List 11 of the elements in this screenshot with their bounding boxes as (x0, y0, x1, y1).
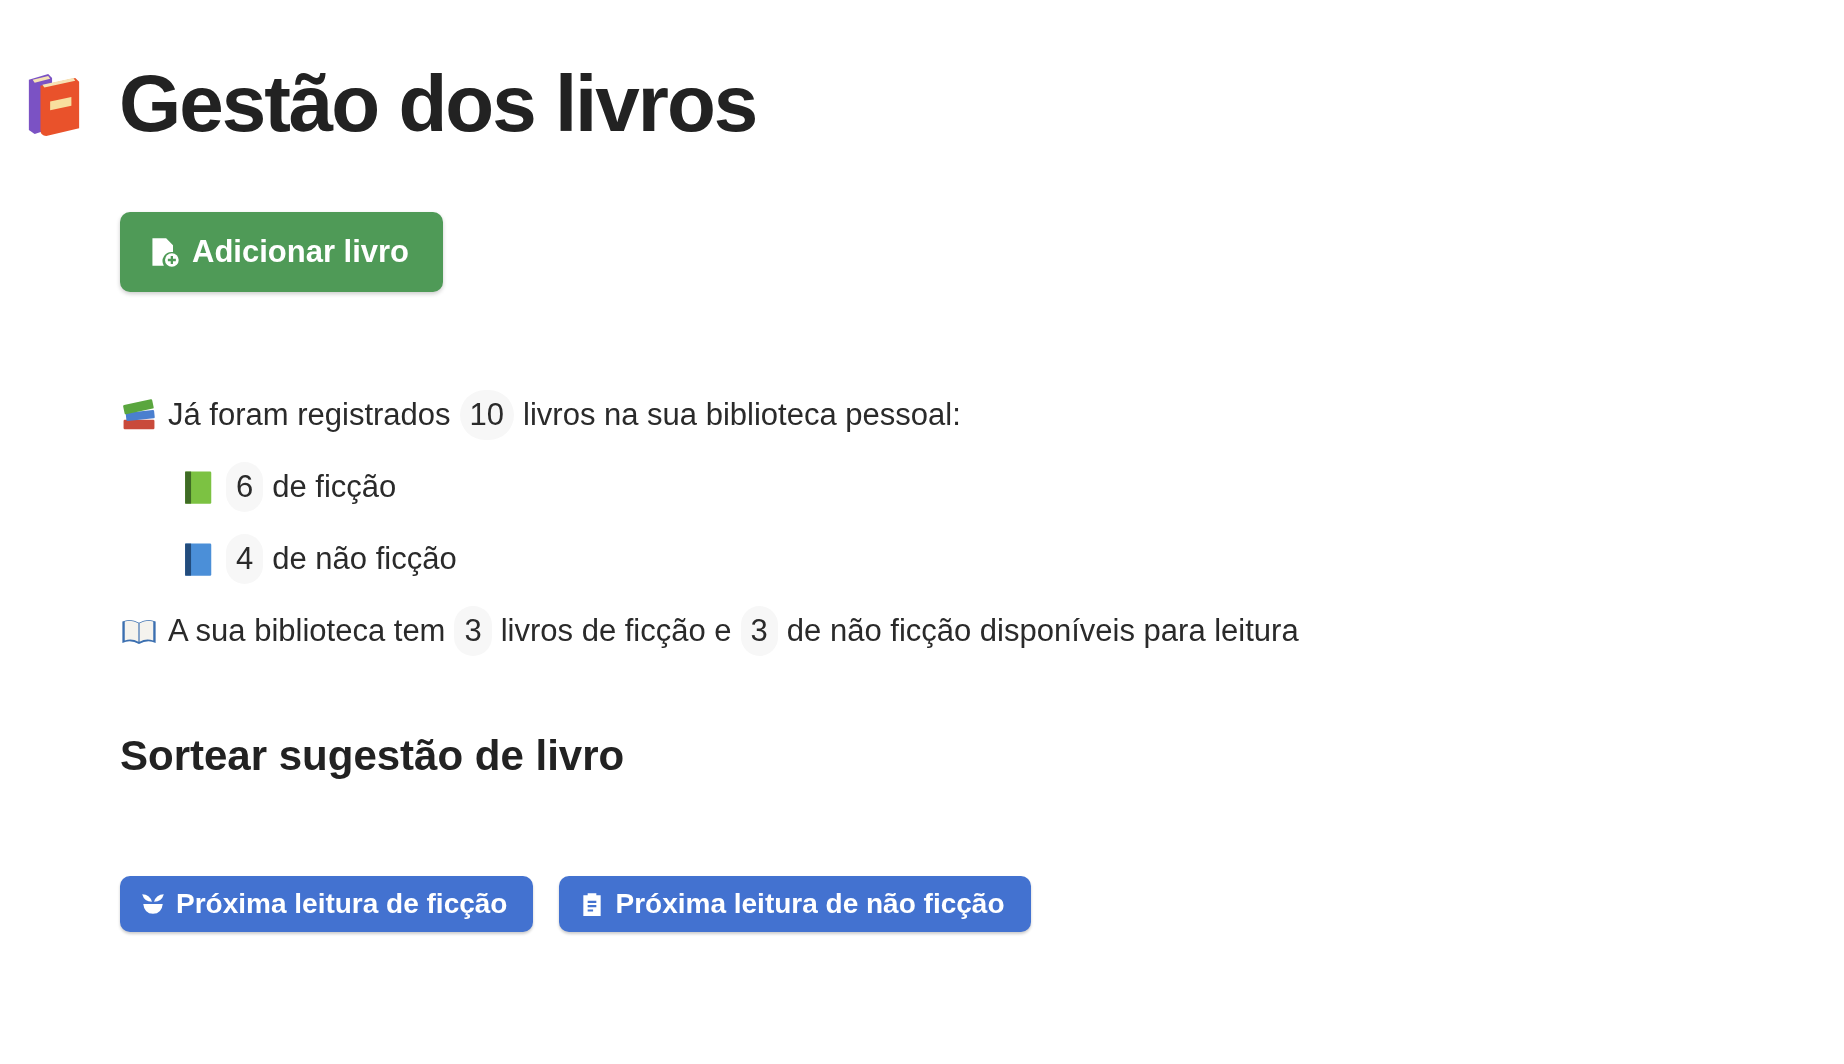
summary-text: 4 de não ficção (226, 534, 457, 584)
summary-text: A sua biblioteca tem 3 livros de ficção e 3 de não ficção disponíveis para leitura (168, 606, 1299, 656)
suggestion-button[interactable]: Próxima leitura de ficção (120, 876, 534, 932)
suggestion-button[interactable]: Próxima leitura de não ficção (559, 876, 1031, 932)
summary-text: Já foram registrados 10 livros na sua biblioteca pessoal: (168, 390, 961, 440)
sprout-icon (140, 891, 166, 917)
add-book-button[interactable]: Adicionar livro (120, 212, 444, 292)
add-file-icon (150, 236, 180, 268)
section-heading: Sortear sugestão de livro (120, 732, 626, 780)
summary-text: 6 de ficção (226, 462, 397, 512)
page-title: Gestão dos livros (119, 58, 757, 150)
